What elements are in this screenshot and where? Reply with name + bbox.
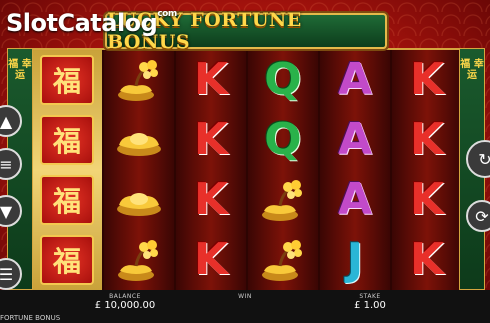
symbol-A: A [320, 50, 390, 110]
win-label: WIN [238, 293, 252, 300]
fu-symbol: 福 [32, 50, 102, 110]
symbol-Q: Q [248, 50, 318, 110]
left-banner-text: 福 幸 运 [8, 59, 32, 81]
symbol-K: K [176, 50, 246, 110]
symbol-letter: K [409, 54, 445, 105]
symbol-A: A [320, 110, 390, 170]
symbol-J: J [320, 230, 390, 290]
symbol-K: K [176, 170, 246, 230]
gold-ingot-icon [104, 110, 174, 170]
symbol-A: A [320, 170, 390, 230]
right-banner-text: 福 幸 运 [460, 59, 484, 81]
fu-tile: 福 [40, 235, 94, 285]
symbol-letter: K [193, 174, 229, 225]
win-display: WIN [225, 293, 265, 300]
watermark-suffix: com [157, 9, 177, 19]
symbol-letter: K [409, 174, 445, 225]
fu-symbol: 福 [32, 230, 102, 290]
symbol-letter: A [337, 114, 373, 165]
symbol-letter: K [193, 54, 229, 105]
reel-2 [104, 50, 174, 290]
reel-3: KKKK [176, 50, 246, 290]
symbol-letter: K [409, 234, 445, 285]
fu-tile: 福 [40, 175, 94, 225]
stake-value: £ 1.00 [354, 300, 386, 311]
symbol-K: K [392, 170, 462, 230]
reel-4: QQ [248, 50, 318, 290]
balance-display: BALANCE £ 10,000.00 [90, 293, 160, 311]
game-name-label: FORTUNE BONUS [0, 314, 61, 322]
symbol-Q: Q [248, 110, 318, 170]
fu-symbol: 福 [32, 110, 102, 170]
symbol-K: K [392, 110, 462, 170]
stake-display: STAKE £ 1.00 [340, 293, 400, 311]
symbol-letter: K [409, 114, 445, 165]
symbol-letter: A [337, 174, 373, 225]
ingot-tree-icon [248, 170, 318, 230]
fu-tile: 福 [40, 55, 94, 105]
balance-value: £ 10,000.00 [94, 300, 156, 311]
reel-grid: 福福福福KKKKQQAAAJKKKK [30, 48, 464, 292]
ingot-tree-icon [104, 50, 174, 110]
symbol-letter: Q [264, 114, 302, 165]
symbol-K: K [176, 110, 246, 170]
symbol-letter: K [193, 114, 229, 165]
reel-1: 福福福福 [32, 50, 102, 290]
symbol-letter: K [193, 234, 229, 285]
symbol-K: K [392, 230, 462, 290]
symbol-K: K [176, 230, 246, 290]
symbol-letter: A [337, 54, 373, 105]
reel-5: AAAJ [320, 50, 390, 290]
ingot-tree-icon [104, 230, 174, 290]
symbol-K: K [392, 50, 462, 110]
gold-ingot-icon [104, 170, 174, 230]
autoplay-icon[interactable]: ⟳ [466, 200, 490, 232]
watermark: SlotCatalogcom [6, 9, 177, 37]
watermark-text: SlotCatalog [6, 9, 158, 37]
stake-label: STAKE [359, 293, 381, 300]
balance-label: BALANCE [109, 293, 141, 300]
symbol-letter: J [346, 234, 364, 285]
reel-6: KKKK [392, 50, 462, 290]
ingot-tree-icon [248, 230, 318, 290]
fu-tile: 福 [40, 115, 94, 165]
symbol-letter: Q [264, 54, 302, 105]
fu-symbol: 福 [32, 170, 102, 230]
